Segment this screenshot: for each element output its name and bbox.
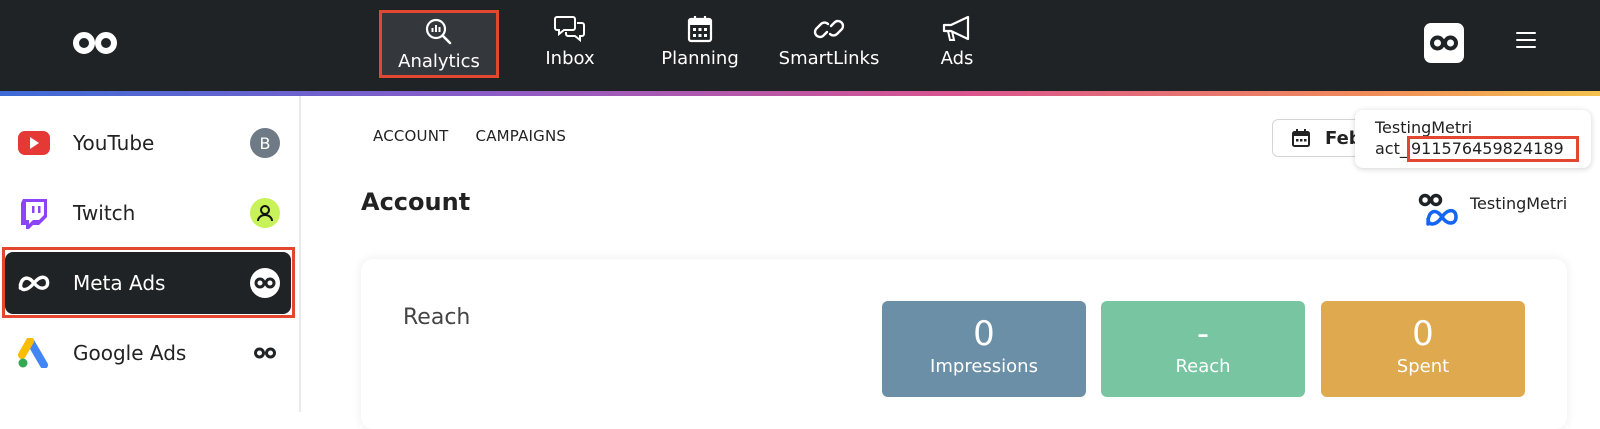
sidebar-item-youtube[interactable]: YouTube B <box>5 112 291 174</box>
tab-account[interactable]: ACCOUNT <box>373 127 449 145</box>
sidebar-item-label: Twitch <box>73 201 136 225</box>
app-logo-icon[interactable] <box>70 28 120 58</box>
metric-value: 0 <box>973 314 995 354</box>
reach-card: Reach 0 Impressions - Reach 0 Spent <box>361 259 1567 429</box>
card-title: Reach <box>403 305 471 330</box>
tab-campaigns[interactable]: CAMPAIGNS <box>476 127 567 145</box>
account-badge: B <box>250 128 280 158</box>
link-icon <box>813 19 845 39</box>
user-avatar-badge <box>250 198 280 228</box>
nav-inbox[interactable]: Inbox <box>510 10 630 78</box>
nav-planning-label: Planning <box>661 48 739 69</box>
nav-planning[interactable]: Planning <box>640 10 760 78</box>
calendar-icon <box>1292 129 1310 147</box>
account-tooltip: TestingMetri act_ 911576459824189 <box>1355 110 1591 168</box>
meta-icon <box>17 266 51 300</box>
sidebar-item-label: YouTube <box>73 131 155 155</box>
sidebar: YouTube B Twitch Meta Ads Google Ads <box>0 96 301 412</box>
megaphone-icon <box>942 15 970 41</box>
menu-icon[interactable] <box>1516 32 1536 50</box>
metric-value: 0 <box>1412 314 1434 354</box>
nav-ads[interactable]: Ads <box>897 10 1017 78</box>
nav-smartlinks-label: SmartLinks <box>778 48 880 69</box>
metric-label: Spent <box>1396 356 1450 377</box>
nav-ads-label: Ads <box>940 48 974 69</box>
metric-impressions: 0 Impressions <box>882 301 1086 397</box>
account-badge <box>250 268 280 298</box>
sidebar-item-label: Google Ads <box>73 341 187 365</box>
tabs: ACCOUNT CAMPAIGNS <box>373 127 593 145</box>
avatar-logo-icon <box>1430 35 1458 51</box>
account-chip[interactable]: TestingMetri <box>1418 192 1567 228</box>
calendar-icon <box>687 16 713 43</box>
page-title: Account <box>361 188 471 216</box>
app-logo-icon <box>254 277 276 289</box>
metric-spent: 0 Spent <box>1321 301 1525 397</box>
account-badge <box>250 338 280 368</box>
google-ads-icon <box>17 336 51 370</box>
nav-analytics-label: Analytics <box>398 51 480 72</box>
sidebar-item-label: Meta Ads <box>73 271 166 295</box>
youtube-icon <box>17 126 51 160</box>
tooltip-account-name: TestingMetri <box>1375 118 1473 137</box>
nav-analytics[interactable]: Analytics <box>379 10 499 78</box>
top-navbar: Analytics Inbox Planning SmartLinks Ads <box>0 0 1600 91</box>
metric-label: Reach <box>1175 356 1231 377</box>
sidebar-item-google-ads[interactable]: Google Ads <box>5 322 291 384</box>
nav-smartlinks[interactable]: SmartLinks <box>769 10 889 78</box>
analytics-icon <box>425 18 452 45</box>
metric-label: Impressions <box>930 356 1038 377</box>
account-chip-label: TestingMetri <box>1470 194 1568 213</box>
nav-inbox-label: Inbox <box>545 48 595 69</box>
account-id-highlight <box>1407 136 1579 162</box>
twitch-icon <box>17 196 51 230</box>
sidebar-item-meta-ads[interactable]: Meta Ads <box>5 252 291 314</box>
sidebar-item-twitch[interactable]: Twitch <box>5 182 291 244</box>
metric-reach: - Reach <box>1101 301 1305 397</box>
user-icon <box>257 205 273 222</box>
metric-value: - <box>1196 314 1210 354</box>
app-logo-icon <box>254 347 276 359</box>
account-logo-icon <box>1418 193 1458 226</box>
chat-icon <box>554 16 585 43</box>
user-avatar[interactable] <box>1424 23 1464 63</box>
